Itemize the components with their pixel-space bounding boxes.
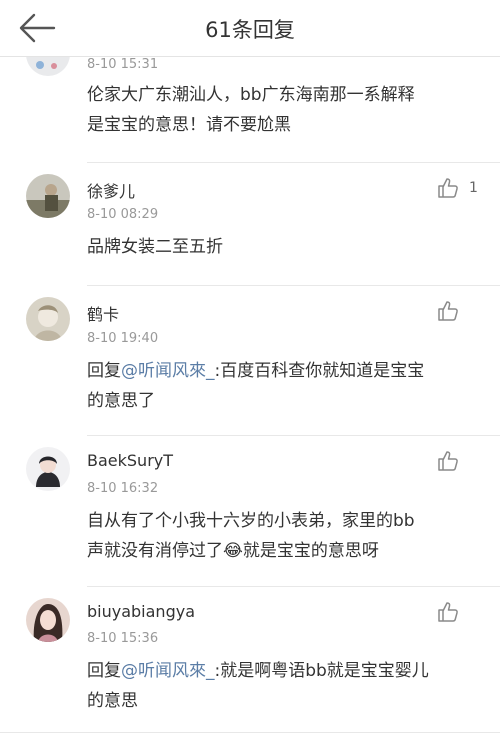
- mention-link[interactable]: @听闻风來_: [121, 361, 215, 381]
- comment-time: 8-10 16:32: [87, 481, 159, 496]
- comment-text: 伦家大广东潮汕人，bb广东海南那一系解释 是宝宝的意思！请不要尬黑: [87, 85, 415, 135]
- avatar[interactable]: [26, 297, 70, 341]
- page-title: 61条回复: [205, 18, 295, 42]
- divider: [0, 732, 500, 733]
- thumbs-up-icon: [438, 602, 458, 622]
- like-button[interactable]: [437, 300, 459, 322]
- comment-text: 回复@听闻风來_:就是啊粤语bb就是宝宝婴儿 的意思: [87, 661, 429, 711]
- divider: [87, 586, 500, 587]
- comment-text: 回复@听闻风來_:百度百科查你就知道是宝宝 的意思了: [87, 361, 425, 411]
- comment-time: 8-10 19:40: [87, 331, 159, 346]
- avatar[interactable]: [26, 174, 70, 218]
- top-bar: 61条回复: [0, 0, 500, 57]
- mention-link[interactable]: @听闻风來_: [121, 661, 215, 681]
- like-button[interactable]: [437, 450, 459, 472]
- thumbs-up-icon: [438, 301, 458, 321]
- comment-text: 品牌女装二至五折: [87, 237, 223, 257]
- thumbs-up-icon: [438, 178, 458, 198]
- like-count: 1: [469, 180, 478, 196]
- comment-text: 自从有了个小我十六岁的小表弟，家里的bb 声就没有消停过了😂就是宝宝的意思呀: [87, 511, 415, 561]
- user-name[interactable]: BaekSuryT: [87, 451, 173, 470]
- divider: [87, 162, 500, 163]
- user-name[interactable]: 鹤卡: [87, 301, 119, 325]
- user-name[interactable]: biuyabiangya: [87, 602, 195, 621]
- divider: [87, 285, 500, 286]
- like-button[interactable]: [437, 601, 459, 623]
- comment-time: 8-10 08:29: [87, 207, 159, 222]
- avatar[interactable]: [26, 447, 70, 491]
- comment-time: 8-10 15:36: [87, 631, 159, 646]
- laughing-emoji: 😂: [223, 541, 243, 561]
- like-button[interactable]: [437, 177, 459, 199]
- thumbs-up-icon: [438, 451, 458, 471]
- divider: [87, 435, 500, 436]
- comment-time: 8-10 15:31: [87, 57, 159, 72]
- user-name[interactable]: 徐爹儿: [87, 178, 135, 202]
- avatar[interactable]: [26, 598, 70, 642]
